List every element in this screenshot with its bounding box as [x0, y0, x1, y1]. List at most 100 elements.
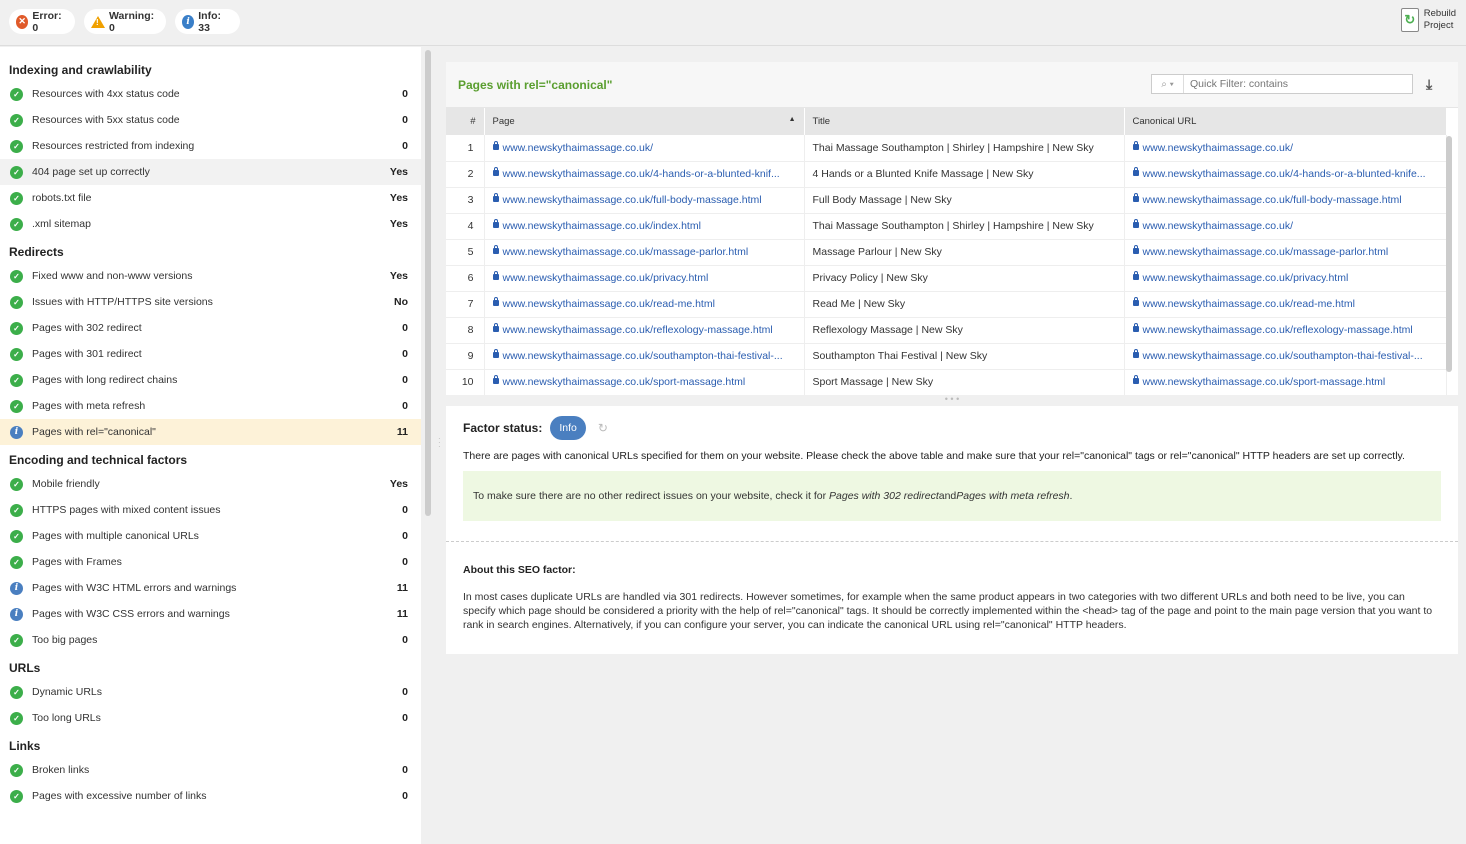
tip-and: and: [938, 490, 957, 502]
warning-filter-button[interactable]: ! Warning: 0: [84, 9, 166, 34]
sidebar-item-label: Too big pages: [32, 634, 98, 646]
tip-link-302[interactable]: Pages with 302 redirect: [829, 490, 939, 502]
panel-splitter[interactable]: · · ·: [438, 435, 441, 451]
page-url-cell[interactable]: www.newskythaimassage.co.uk/4-hands-or-a…: [484, 161, 805, 188]
quick-filter-input[interactable]: [1184, 78, 1404, 90]
sidebar-item-value: 0: [402, 114, 408, 126]
table-row[interactable]: 7 www.newskythaimassage.co.uk/read-me.htm…: [446, 291, 1447, 318]
sidebar-item[interactable]: ✓ Mobile friendly Yes: [0, 471, 421, 497]
sidebar-item[interactable]: i Pages with W3C HTML errors and warnings…: [0, 575, 421, 601]
canonical-url-cell[interactable]: www.newskythaimassage.co.uk/: [1124, 135, 1447, 162]
table-resize-grip[interactable]: • • •: [446, 395, 1458, 406]
table-scrollbar[interactable]: [1446, 136, 1452, 372]
sidebar-item[interactable]: ✓ robots.txt file Yes: [0, 185, 421, 211]
page-url-cell[interactable]: www.newskythaimassage.co.uk/massage-parl…: [484, 239, 805, 266]
canonical-url-cell[interactable]: www.newskythaimassage.co.uk/4-hands-or-a…: [1124, 161, 1447, 188]
section-title: URLs: [9, 661, 41, 675]
canonical-url-cell[interactable]: www.newskythaimassage.co.uk/southampton-…: [1124, 343, 1447, 370]
sidebar-item[interactable]: ✓ .xml sitemap Yes: [0, 211, 421, 237]
sidebar-item[interactable]: ✓ Too big pages 0: [0, 627, 421, 653]
page-title-cell: Thai Massage Southampton | Shirley | Ham…: [804, 213, 1125, 240]
page-title-cell: Read Me | New Sky: [804, 291, 1125, 318]
table-row[interactable]: 8 www.newskythaimassage.co.uk/reflexology…: [446, 317, 1447, 344]
sidebar-item[interactable]: ✓ Resources restricted from indexing 0: [0, 133, 421, 159]
table-row[interactable]: 1 www.newskythaimassage.co.uk/Thai Massag…: [446, 135, 1447, 162]
pages-table: # Page ▲ Title Canonical URL 1 www.newskyt…: [446, 108, 1447, 395]
page-title-cell-text: Reflexology Massage | New Sky: [812, 324, 963, 336]
table-row[interactable]: 3 www.newskythaimassage.co.uk/full-body-m…: [446, 187, 1447, 214]
page-url-cell[interactable]: www.newskythaimassage.co.uk/: [484, 135, 805, 162]
sidebar-item-value: Yes: [389, 192, 408, 204]
sidebar-item[interactable]: ✓ Dynamic URLs 0: [0, 679, 421, 705]
page-url-cell-text: www.newskythaimassage.co.uk/reflexology-…: [502, 324, 773, 336]
table-row[interactable]: 2 www.newskythaimassage.co.uk/4-hands-or-…: [446, 161, 1447, 188]
table-row[interactable]: 9 www.newskythaimassage.co.uk/southampton…: [446, 343, 1447, 370]
error-count-label: Error: 0: [32, 9, 62, 34]
sidebar-item[interactable]: ✓ Pages with Frames 0: [0, 549, 421, 575]
sidebar-item[interactable]: ✓ Fixed www and non-www versions Yes: [0, 263, 421, 289]
row-number: 1: [446, 135, 485, 162]
refresh-icon[interactable]: ↻: [598, 421, 608, 435]
canonical-url-cell[interactable]: www.newskythaimassage.co.uk/full-body-ma…: [1124, 187, 1447, 214]
sidebar-item-label: Mobile friendly: [32, 478, 100, 490]
column-header-num[interactable]: #: [446, 108, 485, 135]
sidebar-item[interactable]: ✓ Pages with multiple canonical URLs 0: [0, 523, 421, 549]
error-filter-button[interactable]: ✕ Error: 0: [9, 9, 75, 34]
sidebar-item[interactable]: ✓ Pages with 302 redirect 0: [0, 315, 421, 341]
row-number-text: 9: [467, 350, 474, 362]
page-url-cell[interactable]: www.newskythaimassage.co.uk/read-me.html: [484, 291, 805, 318]
page-title-cell: Sport Massage | New Sky: [804, 369, 1125, 395]
row-number-text: 3: [467, 194, 474, 206]
canonical-url-cell-text: www.newskythaimassage.co.uk/: [1142, 141, 1294, 154]
sidebar-item-label: Resources with 5xx status code: [32, 114, 180, 126]
sidebar-item[interactable]: ✓ Resources with 4xx status code 0: [0, 81, 421, 107]
page-url-cell-text: www.newskythaimassage.co.uk/southampton-…: [502, 350, 783, 362]
sidebar-item-label: Resources with 4xx status code: [32, 88, 180, 100]
page-url-cell[interactable]: www.newskythaimassage.co.uk/southampton-…: [484, 343, 805, 370]
sidebar-item[interactable]: ✓ Issues with HTTP/HTTPS site versions No: [0, 289, 421, 315]
canonical-url-cell[interactable]: www.newskythaimassage.co.uk/read-me.html: [1124, 291, 1447, 318]
page-url-cell[interactable]: www.newskythaimassage.co.uk/full-body-ma…: [484, 187, 805, 214]
page-url-cell[interactable]: www.newskythaimassage.co.uk/index.html: [484, 213, 805, 240]
sidebar-item[interactable]: ✓ Pages with excessive number of links 0: [0, 783, 421, 809]
rebuild-icon: ↻: [1400, 8, 1419, 32]
table-row[interactable]: 4 www.newskythaimassage.co.uk/index.html T…: [446, 213, 1447, 240]
column-header-title[interactable]: Title: [804, 108, 1125, 135]
sidebar-scrollbar[interactable]: [425, 50, 431, 516]
sidebar-item[interactable]: i Pages with rel="canonical" 11: [0, 419, 421, 445]
sidebar-item[interactable]: ✓ HTTPS pages with mixed content issues 0: [0, 497, 421, 523]
sidebar-item[interactable]: ✓ Broken links 0: [0, 757, 421, 783]
sidebar-item[interactable]: ✓ Resources with 5xx status code 0: [0, 107, 421, 133]
details-panel: Pages with rel="canonical" ⌕ ▾ ⤓ # Page ▲…: [446, 62, 1458, 654]
sidebar-item[interactable]: ✓ Pages with long redirect chains 0: [0, 367, 421, 393]
factor-description: There are pages with canonical URLs spec…: [463, 450, 1405, 462]
rebuild-project-button[interactable]: ↻ Rebuild Project: [1400, 8, 1456, 32]
column-header-page[interactable]: Page ▲: [484, 108, 805, 135]
info-filter-button[interactable]: i Info: 33: [175, 9, 240, 34]
download-icon[interactable]: ⤓: [1426, 76, 1440, 92]
page-title-cell-text: Southampton Thai Festival | New Sky: [812, 350, 988, 362]
check-icon: ✓: [10, 295, 23, 309]
column-header-canonical[interactable]: Canonical URL: [1124, 108, 1447, 135]
sidebar-item[interactable]: ✓ Pages with 301 redirect 0: [0, 341, 421, 367]
canonical-url-cell[interactable]: www.newskythaimassage.co.uk/sport-massag…: [1124, 369, 1447, 395]
sidebar-item[interactable]: ✓ Too long URLs 0: [0, 705, 421, 731]
table-row[interactable]: 5 www.newskythaimassage.co.uk/massage-par…: [446, 239, 1447, 266]
page-url-cell[interactable]: www.newskythaimassage.co.uk/sport-massag…: [484, 369, 805, 395]
canonical-url-cell[interactable]: www.newskythaimassage.co.uk/reflexology-…: [1124, 317, 1447, 344]
table-row[interactable]: 10 www.newskythaimassage.co.uk/sport-mass…: [446, 369, 1447, 395]
sidebar-item[interactable]: i Pages with W3C CSS errors and warnings 1…: [0, 601, 421, 627]
check-icon: ✓: [10, 685, 23, 699]
tip-link-meta-refresh[interactable]: Pages with meta refresh: [956, 490, 1069, 502]
page-title-cell: Thai Massage Southampton | Shirley | Ham…: [804, 135, 1125, 162]
search-icon[interactable]: ⌕ ▾: [1152, 75, 1184, 93]
canonical-url-cell[interactable]: www.newskythaimassage.co.uk/privacy.html: [1124, 265, 1447, 292]
page-url-cell[interactable]: www.newskythaimassage.co.uk/reflexology-…: [484, 317, 805, 344]
canonical-url-cell[interactable]: www.newskythaimassage.co.uk/massage-parl…: [1124, 239, 1447, 266]
page-url-cell[interactable]: www.newskythaimassage.co.uk/privacy.html: [484, 265, 805, 292]
canonical-url-cell[interactable]: www.newskythaimassage.co.uk/: [1124, 213, 1447, 240]
sort-ascending-icon: ▲: [788, 116, 796, 123]
sidebar-item[interactable]: ✓ 404 page set up correctly Yes: [0, 159, 421, 185]
sidebar-item[interactable]: ✓ Pages with meta refresh 0: [0, 393, 421, 419]
table-row[interactable]: 6 www.newskythaimassage.co.uk/privacy.htm…: [446, 265, 1447, 292]
